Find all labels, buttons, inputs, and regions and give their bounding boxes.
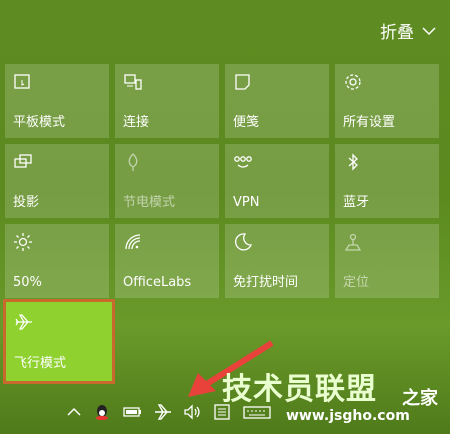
moon-icon (234, 233, 252, 251)
tile-label: 免打扰时间 (233, 275, 299, 290)
tile-quiet-hours[interactable]: 免打扰时间 (225, 224, 329, 298)
tile-label: 平板模式 (13, 115, 66, 130)
vpn-icon (234, 156, 252, 168)
tile-note[interactable]: 便笺 (225, 64, 329, 138)
tile-connect[interactable]: 连接 (115, 64, 219, 138)
airplane-tray-icon[interactable] (153, 402, 173, 422)
collapse-label: 折叠 (380, 23, 414, 43)
qq-icon[interactable] (92, 402, 112, 422)
tile-label: VPN (233, 195, 260, 210)
tile-all-settings[interactable]: 所有设置 (335, 64, 439, 138)
connect-icon (124, 74, 142, 90)
brightness-icon (14, 233, 32, 251)
watermark-badge: 之家 (402, 388, 438, 409)
watermark-logo-text: 技术员联盟 (222, 372, 377, 407)
project-icon (14, 154, 32, 168)
tile-label: 节电模式 (123, 195, 176, 210)
tile-vpn[interactable]: VPN (225, 144, 329, 218)
chevron-down-icon (422, 26, 436, 35)
tile-wifi[interactable]: OfficeLabs (115, 224, 219, 298)
tile-label: 飞行模式 (14, 356, 67, 371)
tile-label: 50% (13, 275, 42, 290)
tile-label: 定位 (343, 275, 370, 290)
volume-icon[interactable] (182, 402, 202, 422)
tile-label: 投影 (13, 195, 40, 210)
tile-label: 所有设置 (343, 115, 396, 130)
bluetooth-icon (348, 153, 358, 171)
watermark-url: www.jsgho.com (286, 408, 410, 424)
tile-bluetooth[interactable]: 蓝牙 (335, 144, 439, 218)
location-icon (344, 233, 362, 251)
tile-label: 连接 (123, 115, 150, 130)
battery-icon[interactable] (122, 402, 142, 422)
tile-project[interactable]: 投影 (5, 144, 109, 218)
tablet-mode-icon (14, 74, 30, 89)
tile-battery-saver[interactable]: 节电模式 (115, 144, 219, 218)
collapse-button[interactable]: 折叠 (380, 18, 436, 43)
tile-tablet-mode[interactable]: 平板模式 (5, 64, 109, 138)
tile-brightness[interactable]: 50% (5, 224, 109, 298)
tile-airplane-mode[interactable]: 飞行模式 (3, 299, 115, 384)
tile-label: 蓝牙 (343, 195, 370, 210)
gear-icon (345, 74, 361, 90)
note-icon (235, 74, 250, 90)
wifi-icon (125, 234, 141, 250)
battery-saver-icon (128, 153, 138, 171)
airplane-icon (15, 314, 32, 330)
chevron-up-icon[interactable] (64, 402, 84, 422)
tile-location[interactable]: 定位 (335, 224, 439, 298)
tile-label: OfficeLabs (123, 275, 192, 290)
tile-label: 便笺 (233, 115, 260, 130)
